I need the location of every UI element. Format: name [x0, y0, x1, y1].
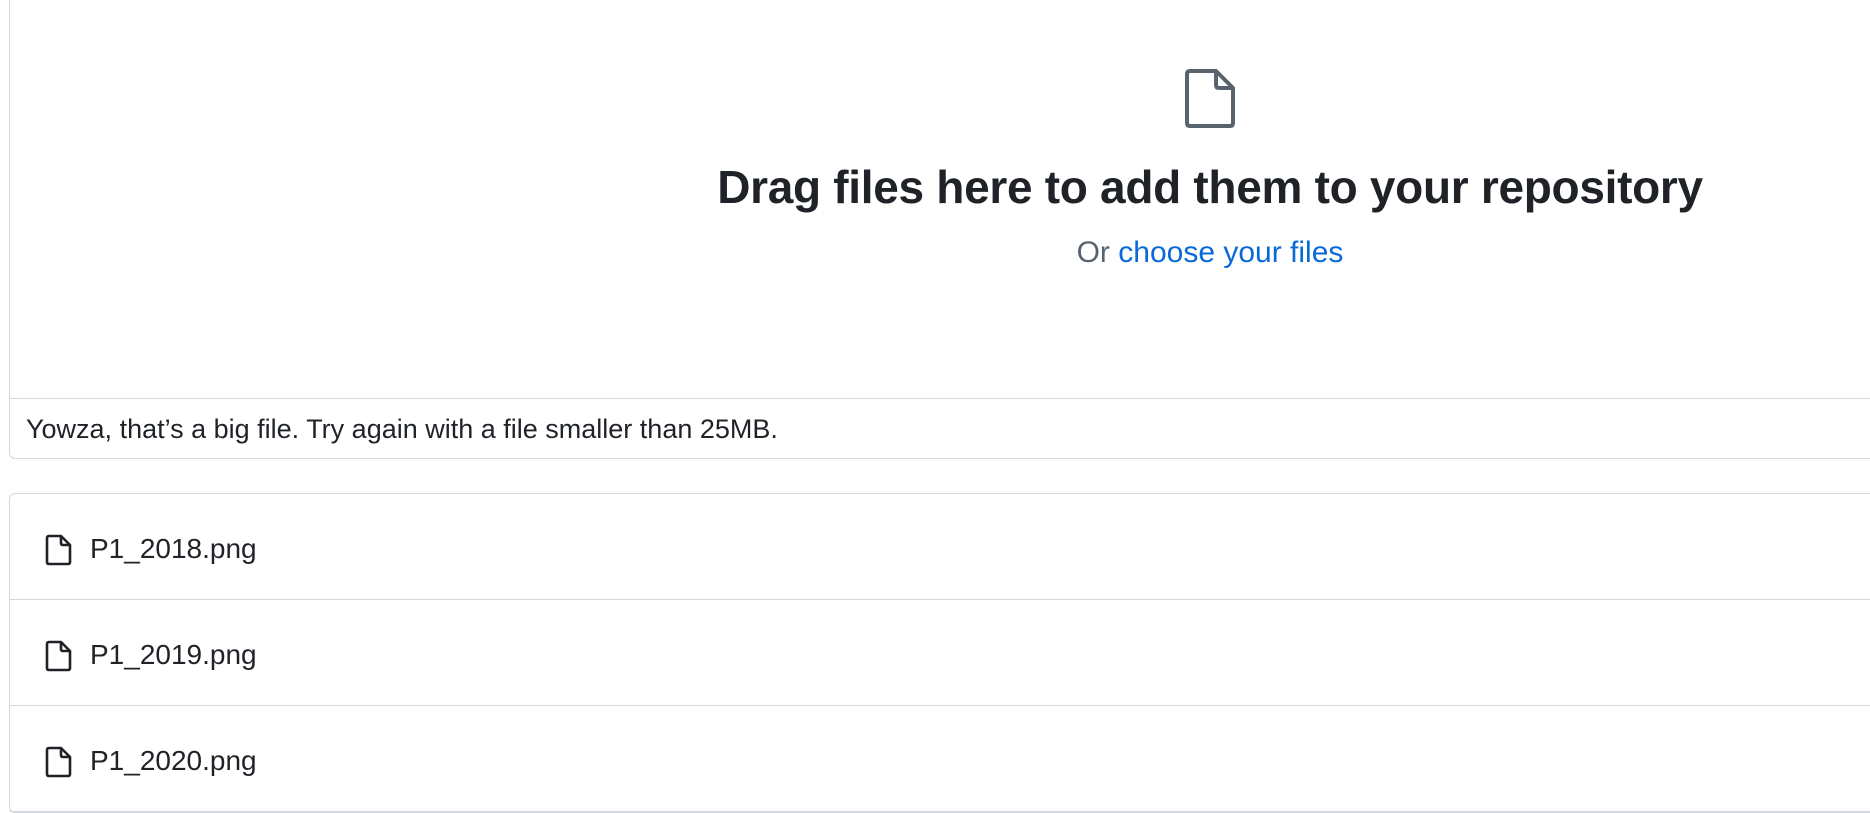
file-row[interactable]: P1_2020.png [10, 706, 1870, 812]
drop-area[interactable]: Drag files here to add them to your repo… [10, 0, 1870, 399]
file-name: P1_2020.png [90, 745, 257, 776]
file-icon [45, 640, 72, 672]
dropzone-prefix: Or [1076, 236, 1110, 269]
file-icon [45, 746, 72, 778]
file-list: P1_2018.png P1_2019.png P1_2020.png [9, 493, 1870, 813]
file-row[interactable]: P1_2019.png [10, 600, 1870, 706]
file-icon [45, 534, 72, 566]
dropzone-subtitle: Or choose your files [10, 236, 1870, 270]
upload-dropzone[interactable]: Drag files here to add them to your repo… [9, 0, 1870, 459]
file-row[interactable]: P1_2018.png [10, 494, 1870, 600]
error-message: Yowza, that’s a big file. Try again with… [26, 414, 778, 444]
choose-files-link[interactable]: choose your files [1118, 236, 1343, 269]
file-icon [1185, 69, 1235, 128]
file-name: P1_2018.png [90, 533, 257, 564]
dropzone-title: Drag files here to add them to your repo… [717, 161, 1703, 213]
file-name: P1_2019.png [90, 639, 257, 670]
